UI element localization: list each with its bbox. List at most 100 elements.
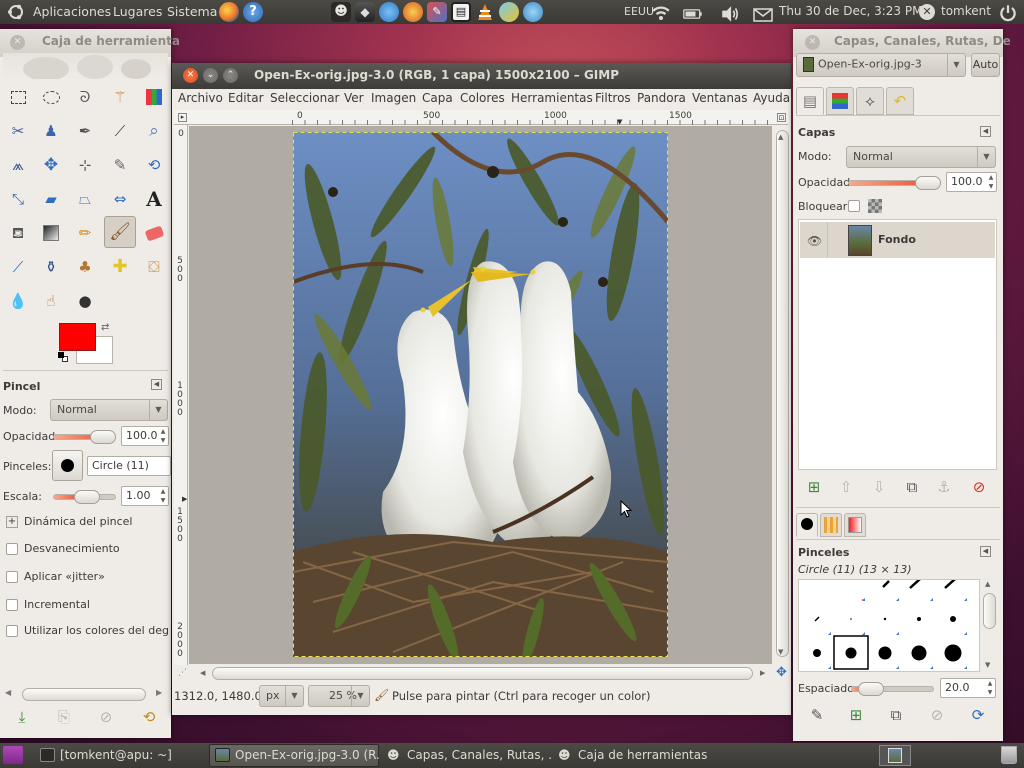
scroll-left-icon[interactable]: ◀ [5,688,11,697]
image-canvas[interactable] [293,132,668,657]
eye-icon[interactable]: 👁 [807,234,822,248]
layer-opacity-slider[interactable] [848,176,941,190]
menu-ayuda[interactable]: Ayuda [753,91,790,105]
restore-options-icon[interactable]: ⎘ [53,706,75,728]
duplicate-brush-icon[interactable]: ⧉ [885,704,907,726]
menu-archivo[interactable]: Archivo [178,91,223,105]
menu-filtros[interactable]: Filtros [595,91,631,105]
minimize-icon[interactable]: ⌄ [203,68,218,83]
stars-launcher-icon[interactable] [403,2,423,22]
new-layer-icon[interactable]: ⊞ [803,476,825,498]
save-options-icon[interactable]: ⤓ [11,706,33,728]
tab-channels[interactable] [826,87,854,115]
zoom-icon[interactable]: ⌕ [143,120,165,142]
menu-imagen[interactable]: Imagen [371,91,416,105]
perspective-clone-icon[interactable]: ⛋ [143,256,165,278]
layer-list[interactable]: 👁 Fondo [798,219,997,470]
image-titlebar[interactable]: ✕ ⌄ ⌃ Open-Ex-orig.jpg-3.0 (RGB, 1 capa)… [172,63,791,89]
spacing-slider-knob[interactable] [858,682,884,696]
spin-arrows-icon[interactable]: ▲ ▼ [985,679,995,697]
scale-spin[interactable]: 1.00 ▲ ▼ [121,486,169,506]
menu-lugares[interactable]: Lugares [113,4,162,19]
delete-layer-icon[interactable]: ⊘ [968,476,990,498]
clock[interactable]: Thu 30 de Dec, 3:23 PM [779,4,922,18]
ink-icon[interactable]: ⚱ [40,256,62,278]
layer-opacity-knob[interactable] [915,176,941,190]
scale-icon[interactable]: ⤡ [7,188,29,210]
toolbox-scrollbar[interactable] [22,688,146,701]
scroll-right-icon[interactable]: ▶ [156,688,162,697]
opacity-spin[interactable]: 100.0 ▲ ▼ [121,426,169,446]
show-desktop-icon[interactable] [3,746,23,764]
auto-button[interactable]: Auto [971,53,1000,77]
airbrush-icon[interactable]: ⟋ [7,256,29,278]
resize-icon[interactable]: ⋰ [178,668,187,678]
close-icon[interactable]: ✕ [183,68,198,83]
navigation-icon[interactable]: ✥ [776,665,787,680]
free-select-icon[interactable]: ᘐ [74,86,96,108]
scroll-left-icon[interactable]: ◀ [200,669,205,677]
color-select-icon[interactable] [143,86,165,108]
flip-icon[interactable]: ⇔ [109,188,131,210]
task-terminal[interactable]: [tomkent@apu: ~] [34,744,204,767]
gradient-colors-checkbox[interactable] [6,625,18,637]
align-icon[interactable]: ⊹ [74,154,96,176]
layer-thumbnail[interactable] [848,225,872,256]
scroll-up-icon[interactable]: ▲ [778,133,783,141]
blend-icon[interactable] [40,222,62,244]
scroll-up-icon[interactable]: ▲ [985,580,990,588]
measure-icon[interactable]: ⩕ [7,154,29,176]
foreground-color-swatch[interactable] [59,323,96,351]
scissors-icon[interactable]: ✂ [7,120,29,142]
pencil-icon[interactable]: ✏ [74,222,96,244]
layer-mode-select[interactable]: Normal ▼ [846,146,996,168]
spacing-spin[interactable]: 20.0 ▲ ▼ [940,678,996,698]
paintbrush-icon[interactable]: 🖌 [104,216,136,248]
fade-checkbox[interactable] [6,543,18,555]
configure-icon[interactable]: ◀ [980,126,991,137]
close-icon[interactable]: ✕ [10,35,25,50]
reset-options-icon[interactable]: ⟲ [138,706,160,728]
configure-icon[interactable]: ◀ [151,379,162,390]
power-icon[interactable] [998,3,1018,23]
expand-icon[interactable]: + [6,516,18,528]
vlc-launcher-icon[interactable] [475,2,495,22]
perspective-icon[interactable]: ⏢ [74,188,96,210]
incremental-checkbox[interactable] [6,599,18,611]
zoom-select[interactable]: 25 % ▼ [308,685,370,707]
rotate-icon[interactable]: ⟲ [143,154,165,176]
task-toolbox[interactable]: ☻ Caja de herramientas [552,744,722,767]
scroll-thumb[interactable] [983,593,996,629]
dodge-burn-icon[interactable]: ● [74,290,96,312]
opacity-slider[interactable] [53,430,116,444]
lower-layer-icon[interactable]: ⇩ [868,476,890,498]
navigate-icon[interactable]: ⊡ [777,113,786,122]
refresh-brushes-icon[interactable]: ⟳ [967,704,989,726]
user-status-icon[interactable]: ✕ [919,4,935,20]
tab-layers[interactable]: ▤ [796,87,824,115]
help-icon[interactable]: ? [243,2,263,22]
menu-colores[interactable]: Colores [460,91,505,105]
volume-icon[interactable] [720,4,740,24]
keyboard-layout[interactable]: EEUU [624,5,654,18]
raise-layer-icon[interactable]: ⇧ [835,476,857,498]
rect-select-icon[interactable] [7,86,29,108]
crop-icon[interactable]: ✎ [109,154,131,176]
menu-aplicaciones[interactable]: Aplicaciones [33,4,111,19]
brush-grid[interactable] [798,579,980,672]
tab-undo[interactable]: ↶ [886,87,914,115]
brush-grid-scrollbar[interactable]: ▲ ▼ [983,579,996,672]
scale-slider-knob[interactable] [74,490,100,504]
brush-name-field[interactable]: Circle (11) [87,456,171,476]
edit-brush-icon[interactable]: ✎ [806,704,828,726]
vertical-ruler[interactable]: 0 500 1000 1500 2000 ▶ [174,125,188,665]
paths-icon[interactable]: ✒ [74,120,96,142]
text-icon[interactable]: A [143,188,165,210]
task-image-window[interactable]: Open-Ex-orig.jpg-3.0 (R... [209,744,379,767]
editor-launcher-icon[interactable]: ✎ [427,2,447,22]
menu-ver[interactable]: Ver [344,91,364,105]
quick-mask-icon[interactable]: ▸ [178,113,187,122]
delete-brush-icon[interactable]: ⊘ [926,704,948,726]
heal-icon[interactable]: ✚ [109,256,131,278]
mode-select[interactable]: Normal ▼ [50,399,168,421]
